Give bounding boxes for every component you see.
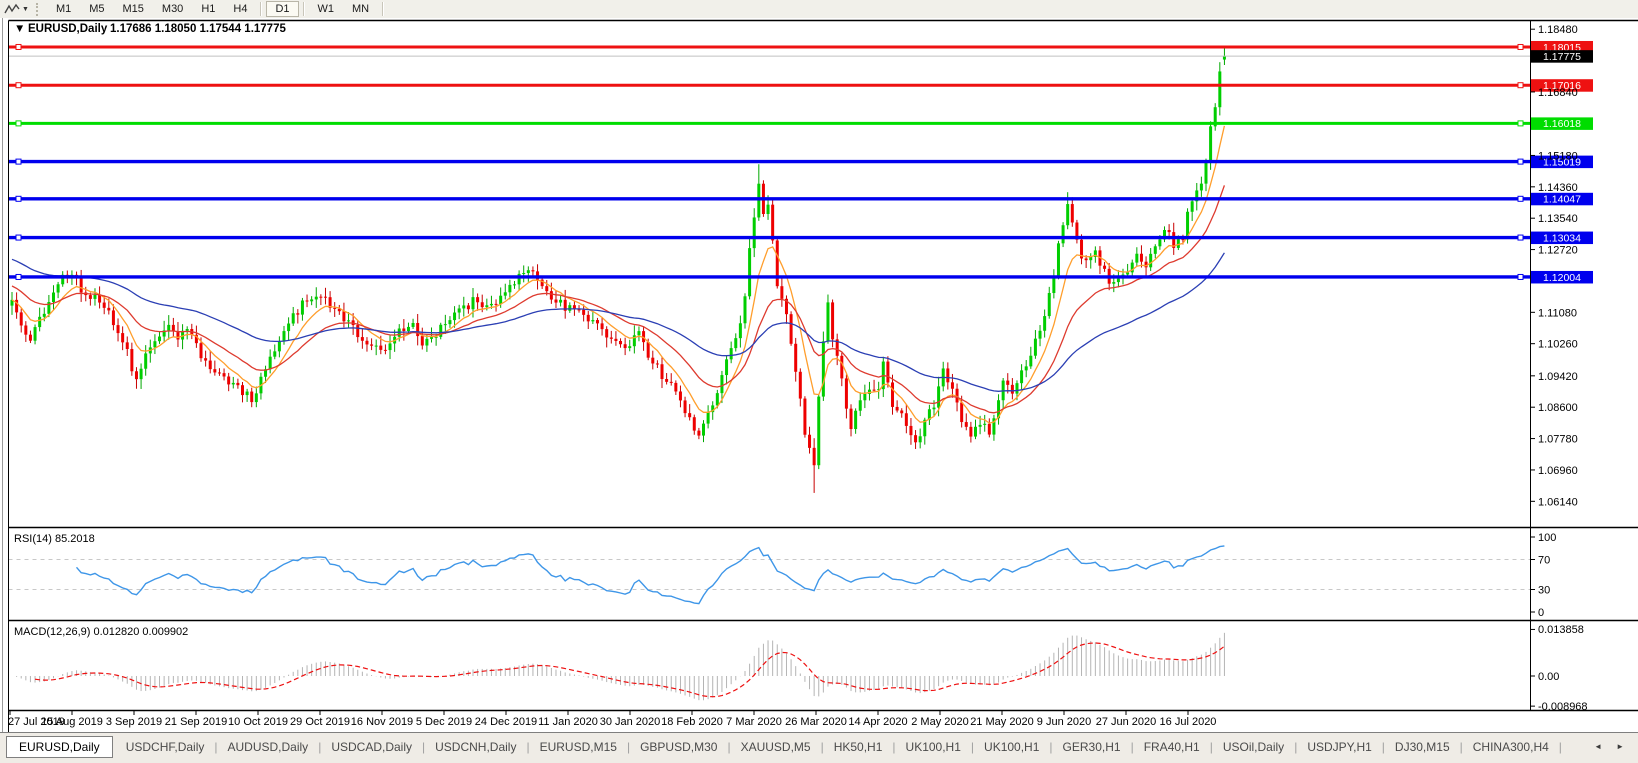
- svg-text:26 Mar 2020: 26 Mar 2020: [785, 716, 847, 728]
- svg-text:1.16840: 1.16840: [1538, 87, 1578, 99]
- svg-text:21 Sep 2019: 21 Sep 2019: [165, 716, 227, 728]
- svg-text:16 Jul 2020: 16 Jul 2020: [1160, 716, 1217, 728]
- tab-audusd-daily[interactable]: AUDUSD,Daily: [219, 737, 318, 757]
- tab-uk100-h1[interactable]: UK100,H1: [975, 737, 1048, 757]
- tab-separator: |: [1558, 740, 1563, 754]
- tab-china300-h4[interactable]: CHINA300,H4: [1464, 737, 1558, 757]
- svg-text:15 Aug 2019: 15 Aug 2019: [41, 716, 103, 728]
- svg-text:10 Oct 2019: 10 Oct 2019: [228, 716, 288, 728]
- timeframe-mn[interactable]: MN: [343, 1, 378, 17]
- chevron-down-icon[interactable]: ▼: [22, 6, 29, 13]
- tab-usdcnh-daily[interactable]: USDCNH,Daily: [426, 737, 525, 757]
- svg-text:27 Jun 2020: 27 Jun 2020: [1096, 716, 1157, 728]
- tab-usdjpy-h1[interactable]: USDJPY,H1: [1298, 737, 1380, 757]
- svg-text:1.07780: 1.07780: [1538, 434, 1578, 446]
- rsi-label: RSI(14) 85.2018: [14, 533, 95, 545]
- toolbar-separator: [260, 2, 262, 16]
- tab-uk100-h1[interactable]: UK100,H1: [897, 737, 970, 757]
- svg-text:30: 30: [1538, 585, 1550, 597]
- timeframe-h1[interactable]: H1: [192, 1, 224, 17]
- svg-text:100: 100: [1538, 532, 1556, 544]
- svg-text:1.11080: 1.11080: [1538, 307, 1577, 319]
- ohlc-values: 1.17686 1.18050 1.17544 1.17775: [110, 23, 286, 35]
- timeframe-w1[interactable]: W1: [309, 1, 344, 17]
- tab-fra40-h1[interactable]: FRA40,H1: [1135, 737, 1209, 757]
- svg-text:5 Dec 2019: 5 Dec 2019: [416, 716, 472, 728]
- tab-gbpusd-m30[interactable]: GBPUSD,M30: [631, 737, 726, 757]
- svg-text:1.10260: 1.10260: [1538, 339, 1578, 351]
- svg-text:21 May 2020: 21 May 2020: [970, 716, 1034, 728]
- timeframe-d1[interactable]: D1: [266, 1, 298, 17]
- tab-eurusd-daily[interactable]: EURUSD,Daily: [6, 736, 113, 758]
- timeframe-m15[interactable]: M15: [114, 1, 153, 17]
- svg-text:0: 0: [1538, 607, 1544, 619]
- svg-text:9 Jun 2020: 9 Jun 2020: [1037, 716, 1091, 728]
- svg-text:3 Sep 2019: 3 Sep 2019: [106, 716, 162, 728]
- tab-scroll-right-icon[interactable]: ►: [1616, 742, 1624, 751]
- svg-text:1.09420: 1.09420: [1538, 371, 1578, 383]
- macd-label: MACD(12,26,9) 0.012820 0.009902: [14, 626, 188, 638]
- svg-text:1.15180: 1.15180: [1538, 150, 1578, 162]
- svg-text:30 Jan 2020: 30 Jan 2020: [600, 716, 661, 728]
- macd-signal-line: [35, 643, 1224, 697]
- tab-usoil-daily[interactable]: USOil,Daily: [1214, 737, 1293, 757]
- tab-eurusd-m15[interactable]: EURUSD,M15: [531, 737, 626, 757]
- svg-text:1.13540: 1.13540: [1538, 213, 1578, 225]
- toolbar-separator: [303, 2, 305, 16]
- svg-text:1.17775: 1.17775: [1543, 51, 1581, 63]
- svg-text:24 Dec 2019: 24 Dec 2019: [475, 716, 537, 728]
- macd-histogram: [12, 633, 1224, 700]
- tab-scrollers: ◄ ►: [1594, 742, 1630, 751]
- chart-tab-bar: EURUSD,DailyUSDCHF,Daily|AUDUSD,Daily|US…: [0, 732, 1638, 763]
- tab-hk50-h1[interactable]: HK50,H1: [825, 737, 892, 757]
- svg-text:1.18480: 1.18480: [1538, 24, 1578, 36]
- rsi-line: [9, 546, 1531, 604]
- timeframe-h4[interactable]: H4: [224, 1, 256, 17]
- mt4-window: ▼ M1M5M15M30H1H4 D1 W1MN 1.180151.170161.1…: [0, 0, 1638, 763]
- horizontal-levels[interactable]: 1.180151.170161.160181.150191.140471.130…: [9, 41, 1594, 284]
- svg-text:11 Jan 2020: 11 Jan 2020: [538, 716, 598, 728]
- toolbar-separator: [382, 2, 384, 16]
- tab-usdcad-daily[interactable]: USDCAD,Daily: [322, 737, 421, 757]
- svg-text:70: 70: [1538, 555, 1550, 567]
- svg-text:1.06960: 1.06960: [1538, 465, 1578, 477]
- chart-tabs: EURUSD,DailyUSDCHF,Daily|AUDUSD,Daily|US…: [6, 736, 1563, 758]
- toolbar-drag-handle[interactable]: [36, 3, 41, 16]
- svg-text:2 May 2020: 2 May 2020: [911, 716, 968, 728]
- chart-title: ▼EURUSD,Daily1.17686 1.18050 1.17544 1.1…: [14, 23, 286, 35]
- svg-text:29 Oct 2019: 29 Oct 2019: [290, 716, 350, 728]
- tab-xauusd-m5[interactable]: XAUUSD,M5: [732, 737, 820, 757]
- svg-text:0.013858: 0.013858: [1538, 624, 1584, 636]
- chart-canvas[interactable]: 1.180151.170161.160181.150191.140471.130…: [0, 18, 1638, 732]
- svg-text:1.12720: 1.12720: [1538, 245, 1578, 257]
- timeframe-toolbar: ▼ M1M5M15M30H1H4 D1 W1MN: [0, 0, 1638, 18]
- svg-text:0.00: 0.00: [1538, 671, 1559, 683]
- timeframe-m1[interactable]: M1: [47, 1, 80, 17]
- tab-usdchf-daily[interactable]: USDCHF,Daily: [117, 737, 214, 757]
- svg-text:1.06140: 1.06140: [1538, 496, 1578, 508]
- svg-text:1.14047: 1.14047: [1543, 194, 1581, 206]
- panel-borders: [3, 18, 1638, 732]
- moving-averages: [12, 126, 1224, 423]
- tab-ger30-h1[interactable]: GER30,H1: [1054, 737, 1130, 757]
- chart-style-icon[interactable]: [4, 3, 20, 16]
- svg-text:14 Apr 2020: 14 Apr 2020: [848, 716, 907, 728]
- svg-text:1.14360: 1.14360: [1538, 182, 1578, 194]
- svg-text:1.13034: 1.13034: [1543, 232, 1581, 244]
- svg-text:1.16018: 1.16018: [1543, 118, 1581, 130]
- axes-and-labels: 1.18480 1.16840 1.15180 1.14360 1.13540 1.127…: [8, 24, 1588, 728]
- tab-dj30-m15[interactable]: DJ30,M15: [1386, 737, 1459, 757]
- svg-text:1.08600: 1.08600: [1538, 402, 1578, 414]
- candlesticks: [11, 46, 1226, 493]
- symbol-title: EURUSD,Daily: [28, 23, 108, 35]
- timeframe-m30[interactable]: M30: [153, 1, 192, 17]
- tab-scroll-left-icon[interactable]: ◄: [1594, 742, 1602, 751]
- timeframe-buttons: M1M5M15M30H1H4 D1 W1MN: [47, 1, 388, 17]
- svg-text:7 Mar 2020: 7 Mar 2020: [726, 716, 782, 728]
- collapse-arrow-icon[interactable]: ▼: [14, 23, 25, 35]
- svg-text:18 Feb 2020: 18 Feb 2020: [661, 716, 723, 728]
- svg-text:16 Nov 2019: 16 Nov 2019: [351, 716, 413, 728]
- svg-text:1.12004: 1.12004: [1543, 272, 1581, 284]
- timeframe-m5[interactable]: M5: [80, 1, 113, 17]
